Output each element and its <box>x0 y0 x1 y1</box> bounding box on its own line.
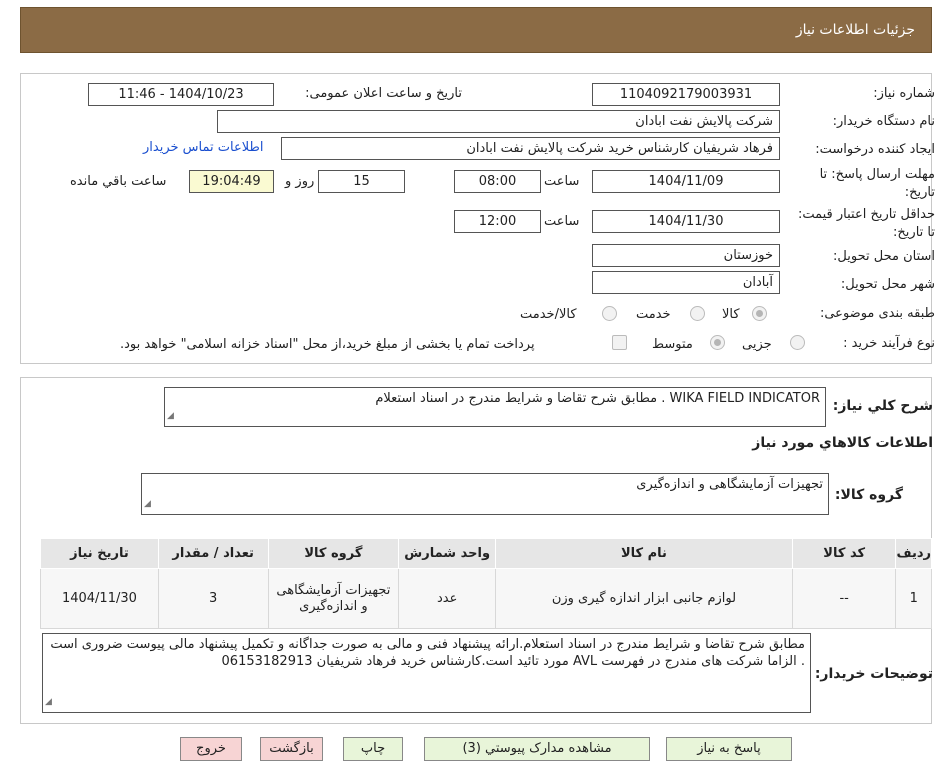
validity-time-field: 12:00 <box>454 210 541 233</box>
buyer-notes-text: مطابق شرح تقاضا و شرایط مندرج در اسناد ا… <box>50 637 805 669</box>
buyer-contact-link[interactable]: اطلاعات تماس خریدار <box>143 140 263 155</box>
validity-label: حداقل تاریخ اعتبار قیمت: تا تاریخ: <box>797 207 935 240</box>
days-field: 15 <box>318 170 405 193</box>
deadline-label: مهلت ارسال پاسخ: تا تاریخ: <box>819 167 935 200</box>
city-label: شهر محل تحویل: <box>840 277 935 292</box>
payment-note: پرداخت تمام یا بخشی از مبلغ خرید،از محل … <box>120 337 535 352</box>
province-field: خوزستان <box>592 244 780 267</box>
process-medium-radio[interactable] <box>710 335 725 350</box>
col-code: کد کالا <box>791 538 897 569</box>
validity-date-field: 1404/11/30 <box>592 210 780 233</box>
treasury-checkbox[interactable] <box>612 335 627 350</box>
cell-name: لوازم جانبی ابزار اندازه گیری وزن <box>495 568 793 629</box>
announce-label: تاریخ و ساعت اعلان عمومی: <box>305 86 462 101</box>
validity-time-label: ساعت <box>544 214 580 229</box>
cell-unit: عدد <box>398 568 497 629</box>
category-goods-label: کالا <box>722 307 740 322</box>
resize-grip-icon[interactable]: ◢ <box>45 694 52 711</box>
col-qty: تعداد / مقدار <box>157 538 269 569</box>
col-unit: واحد شمارش <box>398 538 497 569</box>
creator-field: فرهاد شریفیان کارشناس خرید شرکت پالایش ن… <box>281 137 780 160</box>
remaining-label: ساعت باقي مانده <box>70 174 167 189</box>
category-both-label: کالا/خدمت <box>520 307 577 322</box>
resize-grip-icon[interactable]: ◢ <box>167 408 174 425</box>
goods-table: رديف کد کالا نام کالا واحد شمارش گروه کا… <box>40 538 932 629</box>
page-title: جزئیات اطلاعات نیاز <box>795 22 915 38</box>
need-number-field: 1104092179003931 <box>592 83 780 106</box>
col-row: رديف <box>895 538 932 569</box>
deadline-time-label: ساعت <box>544 174 580 189</box>
buyer-notes-label: توضیحات خریدار: <box>814 666 933 682</box>
buyer-org-label: نام دستگاه خریدار: <box>832 114 935 129</box>
deadline-date-field: 1404/11/09 <box>592 170 780 193</box>
col-group: گروه کالا <box>267 538 400 569</box>
table-row: 1 -- لوازم جانبی ابزار اندازه گیری وزن ع… <box>40 568 932 629</box>
col-name: نام کالا <box>495 538 793 569</box>
cell-group: تجهیزات آزمایشگاهی و اندازه‌گیری <box>267 568 400 629</box>
print-button[interactable]: چاپ <box>343 737 403 761</box>
back-button[interactable]: بازگشت <box>260 737 323 761</box>
summary-textarea[interactable]: WIKA FIELD INDICATOR . مطابق شرح تقاضا و… <box>164 387 826 427</box>
goods-group-label: گروه کالا: <box>834 487 903 503</box>
table-header-row: رديف کد کالا نام کالا واحد شمارش گروه کا… <box>40 538 932 569</box>
city-field: آبادان <box>592 271 780 294</box>
goods-group-text: تجهیزات آزمایشگاهی و اندازه‌گیری <box>636 477 823 492</box>
process-label: نوع فرآیند خرید : <box>843 336 935 351</box>
page-header: جزئیات اطلاعات نیاز <box>20 7 932 53</box>
buyer-org-field: شرکت پالایش نفت ابادان <box>217 110 780 133</box>
exit-button[interactable]: خروج <box>180 737 242 761</box>
category-service-label: خدمت <box>636 307 671 322</box>
category-service-radio[interactable] <box>690 306 705 321</box>
resize-grip-icon[interactable]: ◢ <box>144 496 151 513</box>
goods-group-textarea[interactable]: تجهیزات آزمایشگاهی و اندازه‌گیری ◢ <box>141 473 829 515</box>
remaining-time-field: 19:04:49 <box>189 170 274 193</box>
goods-info-title: اطلاعات کالاهاي مورد نياز <box>752 435 933 451</box>
category-both-radio[interactable] <box>602 306 617 321</box>
process-minor-radio[interactable] <box>790 335 805 350</box>
summary-text: WIKA FIELD INDICATOR . مطابق شرح تقاضا و… <box>375 391 820 406</box>
process-minor-label: جزیی <box>742 337 772 352</box>
cell-row: 1 <box>895 568 932 629</box>
category-goods-radio[interactable] <box>752 306 767 321</box>
attachments-button[interactable]: مشاهده مدارک پیوستي (3) <box>424 737 650 761</box>
announce-field: 1404/10/23 - 11:46 <box>88 83 274 106</box>
col-date: تاریخ نیاز <box>40 538 159 569</box>
cell-code: -- <box>791 568 897 629</box>
summary-label: شرح کلي نياز: <box>832 398 933 414</box>
buyer-notes-textarea[interactable]: مطابق شرح تقاضا و شرایط مندرج در اسناد ا… <box>42 633 811 713</box>
category-label: طبقه بندی موضوعی: <box>819 306 935 321</box>
process-medium-label: متوسط <box>652 337 693 352</box>
reply-button[interactable]: پاسخ به نیاز <box>666 737 792 761</box>
deadline-time-field: 08:00 <box>454 170 541 193</box>
province-label: استان محل تحویل: <box>833 249 935 264</box>
days-label: روز و <box>285 174 315 189</box>
cell-qty: 3 <box>157 568 269 629</box>
creator-label: ایجاد کننده درخواست: <box>815 142 935 157</box>
need-number-label: شماره نیاز: <box>873 86 935 101</box>
cell-date: 1404/11/30 <box>40 568 159 629</box>
